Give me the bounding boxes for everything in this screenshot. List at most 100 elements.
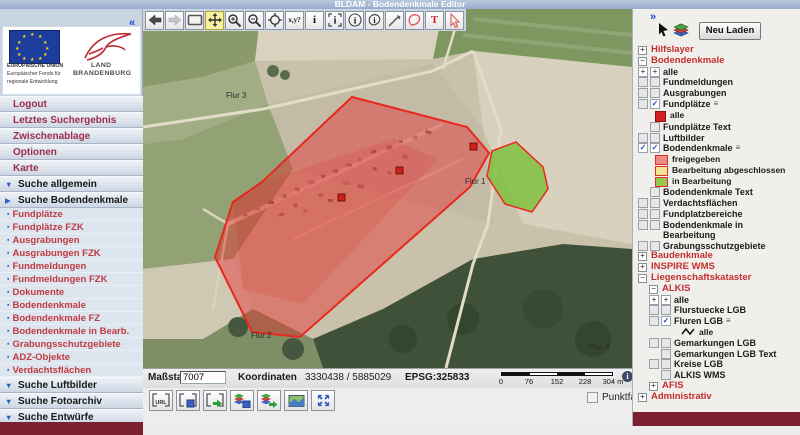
sidebar-item-fundmeldungen-fzk[interactable]: ▪Fundmeldungen FZK: [0, 273, 143, 286]
menu-item-label: Verdachtsflächen: [12, 365, 91, 376]
expand-box-icon[interactable]: +: [638, 67, 648, 77]
save-extent-button[interactable]: [176, 390, 200, 411]
sidebar-item-suche-allgemein[interactable]: ▼Suche allgemein: [0, 176, 143, 192]
layer-checkbox[interactable]: [650, 220, 660, 230]
layer-checkbox[interactable]: [649, 316, 659, 326]
sidebar-item-logout[interactable]: Logout: [0, 96, 143, 112]
sidebar-item-optionen[interactable]: Optionen: [0, 144, 143, 160]
layer-checkbox[interactable]: [650, 241, 660, 251]
scale-input[interactable]: [180, 371, 226, 384]
layer-checkbox[interactable]: [649, 305, 659, 315]
reload-button[interactable]: Neu Laden: [699, 22, 761, 40]
sidebar-item-letztes-suchergebnis[interactable]: Letztes Suchergebnis: [0, 112, 143, 128]
forward-button[interactable]: [165, 11, 184, 30]
layer-checkbox[interactable]: [638, 77, 648, 87]
layer-bodendenkmale-in-bearbeitung: Bodendenkmale in Bearbeitung: [636, 220, 799, 241]
identify-box-button[interactable]: i: [325, 11, 344, 30]
fit-size-button[interactable]: [311, 390, 335, 411]
layer-checkbox[interactable]: [650, 122, 660, 132]
query-coordinates-button[interactable]: x,y?: [285, 11, 304, 30]
expander-plus-icon[interactable]: +: [638, 393, 647, 402]
sidebar-item-ausgrabungen-fzk[interactable]: ▪Ausgrabungen FZK: [0, 247, 143, 260]
layer-checkbox[interactable]: [649, 359, 659, 369]
layer-checkbox[interactable]: [650, 209, 660, 219]
layer-checkbox[interactable]: [638, 198, 648, 208]
map-export-button[interactable]: [284, 390, 308, 411]
expand-box-icon[interactable]: +: [650, 67, 660, 77]
identify-button[interactable]: i: [305, 11, 324, 30]
sidebar-item-bodendenkmale-fz[interactable]: ▪Bodendenkmale FZ: [0, 312, 143, 325]
map-canvas[interactable]: Flur 3Flur 1Flur 2Flur 4: [143, 9, 632, 368]
layer-label: ALKIS: [661, 284, 691, 295]
draw-text-button[interactable]: T: [425, 11, 444, 30]
back-button[interactable]: [145, 11, 164, 30]
sidebar-item-fundpl-tze-fzk[interactable]: ▪Fundplätze FZK: [0, 221, 143, 234]
layer-checkbox[interactable]: [650, 133, 660, 143]
pan-button[interactable]: [205, 11, 224, 30]
url-extent-button[interactable]: URL: [149, 390, 173, 411]
sidebar-item-adz-objekte[interactable]: ▪ADZ-Objekte: [0, 351, 143, 364]
expander-minus-icon[interactable]: −: [638, 274, 647, 283]
layer-checkbox[interactable]: [661, 370, 671, 380]
sidebar-item-zwischenablage[interactable]: Zwischenablage: [0, 128, 143, 144]
full-extent-button[interactable]: [185, 11, 204, 30]
expander-plus-icon[interactable]: +: [649, 382, 658, 391]
layer-checkbox[interactable]: ✓: [650, 143, 660, 153]
layer-checkbox[interactable]: [661, 305, 671, 315]
expander-minus-icon[interactable]: −: [638, 57, 647, 66]
sidebar-item-suche-luftbilder[interactable]: ▼Suche Luftbilder: [0, 377, 143, 393]
layer-checkbox[interactable]: [661, 338, 671, 348]
layer-checkbox[interactable]: [650, 77, 660, 87]
layer-checkbox[interactable]: [638, 88, 648, 98]
layer-checkbox[interactable]: [661, 349, 671, 359]
sidebar-item-verdachtsfl-chen[interactable]: ▪Verdachtsflächen: [0, 364, 143, 377]
load-layers-button[interactable]: [257, 390, 281, 411]
context-menu-icon[interactable]: ≡: [726, 316, 731, 326]
draw-polygon-button[interactable]: [405, 11, 424, 30]
context-menu-icon[interactable]: ≡: [714, 99, 719, 109]
expander-plus-icon[interactable]: +: [638, 46, 647, 55]
layer-checkbox[interactable]: ✓: [661, 316, 671, 326]
zoom-out-button[interactable]: [245, 11, 264, 30]
layer-checkbox[interactable]: [638, 99, 648, 109]
sidebar-item-ausgrabungen[interactable]: ▪Ausgrabungen: [0, 234, 143, 247]
expander-plus-icon[interactable]: +: [638, 252, 647, 261]
layer-checkbox[interactable]: [638, 209, 648, 219]
sidebar-item-fundmeldungen[interactable]: ▪Fundmeldungen: [0, 260, 143, 273]
layer-checkbox[interactable]: [638, 133, 648, 143]
layer-checkbox[interactable]: [650, 88, 660, 98]
sidebar-item-bodendenkmale-in-bearb-[interactable]: ▪Bodendenkmale in Bearb.: [0, 325, 143, 338]
load-extent-button[interactable]: [203, 390, 227, 411]
expander-plus-icon[interactable]: +: [638, 263, 647, 272]
expand-box-icon[interactable]: +: [649, 295, 659, 305]
sidebar-item-grabungsschutzgebiete[interactable]: ▪Grabungsschutzgebiete: [0, 338, 143, 351]
layers-icon[interactable]: [673, 23, 689, 42]
select-button[interactable]: [445, 11, 464, 30]
punktfang-checkbox[interactable]: [587, 392, 598, 403]
identify-circle-button[interactable]: i: [345, 11, 364, 30]
measure-button[interactable]: [385, 11, 404, 30]
context-menu-icon[interactable]: ≡: [736, 143, 741, 153]
layer-checkbox[interactable]: [650, 187, 660, 197]
expander-minus-icon[interactable]: −: [649, 285, 658, 294]
sidebar-item-fundpl-tze[interactable]: ▪Fundplätze: [0, 208, 143, 221]
expand-box-icon[interactable]: +: [661, 295, 671, 305]
sidebar-item-suche-bodendenkmale[interactable]: ▶Suche Bodendenkmale: [0, 192, 143, 208]
layer-checkbox[interactable]: [661, 359, 671, 369]
layer-checkbox[interactable]: ✓: [638, 143, 648, 153]
layer-checkbox[interactable]: ✓: [650, 99, 660, 109]
sidebar-item-bodendenkmale[interactable]: ▪Bodendenkmale: [0, 299, 143, 312]
layer-checkbox[interactable]: [649, 338, 659, 348]
zoom-in-button[interactable]: [225, 11, 244, 30]
center-button[interactable]: [265, 11, 284, 30]
identify-polygon-button[interactable]: i: [365, 11, 384, 30]
pointer-icon[interactable]: [657, 22, 669, 42]
layer-checkbox[interactable]: [638, 220, 648, 230]
expand-right-icon[interactable]: »: [650, 11, 656, 23]
sidebar-item-dokumente[interactable]: ▪Dokumente: [0, 286, 143, 299]
sidebar-item-karte[interactable]: Karte: [0, 160, 143, 176]
sidebar-item-suche-fotoarchiv[interactable]: ▼Suche Fotoarchiv: [0, 393, 143, 409]
layer-checkbox[interactable]: [650, 198, 660, 208]
layer-checkbox[interactable]: [638, 241, 648, 251]
save-layers-button[interactable]: [230, 390, 254, 411]
